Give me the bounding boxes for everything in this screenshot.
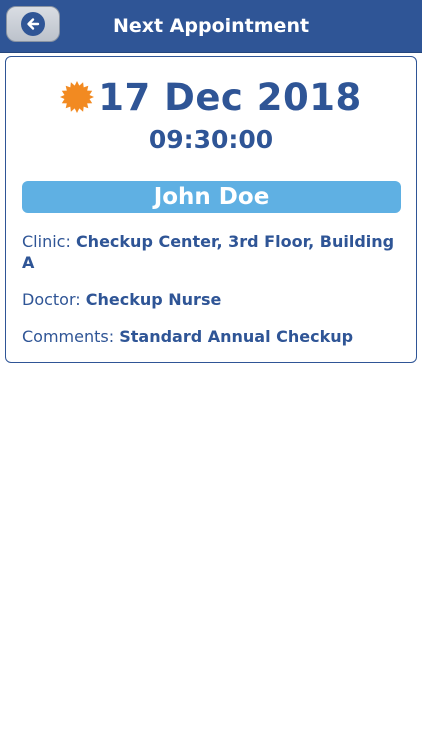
appointment-date-row: 17 Dec 2018	[6, 75, 416, 119]
appointment-screen: Next Appointment 17 Dec 2018 09:30:00 Jo…	[0, 0, 422, 750]
back-button[interactable]	[6, 6, 60, 42]
doctor-info: Doctor: Checkup Nurse	[22, 289, 402, 310]
appointment-date: 17 Dec 2018	[98, 75, 362, 119]
doctor-value: Checkup Nurse	[85, 290, 222, 309]
arrow-left-icon	[27, 18, 40, 30]
comments-label: Comments:	[22, 327, 115, 346]
comments-value: Standard Annual Checkup	[119, 327, 354, 346]
comments-info: Comments: Standard Annual Checkup	[22, 326, 402, 347]
appointment-card: 17 Dec 2018 09:30:00 John Doe Clinic: Ch…	[5, 56, 417, 363]
appointment-time: 09:30:00	[148, 125, 274, 154]
arrow-left-circle-icon	[21, 12, 45, 36]
patient-name-bar: John Doe	[22, 181, 401, 213]
page-title: Next Appointment	[112, 15, 310, 37]
orange-starburst-icon	[60, 81, 95, 113]
clinic-label: Clinic:	[22, 232, 71, 251]
doctor-label: Doctor:	[22, 290, 81, 309]
clinic-info: Clinic: Checkup Center, 3rd Floor, Build…	[22, 231, 402, 273]
clinic-value: Checkup Center, 3rd Floor, Building A	[22, 232, 395, 272]
header-bar: Next Appointment	[0, 0, 422, 53]
